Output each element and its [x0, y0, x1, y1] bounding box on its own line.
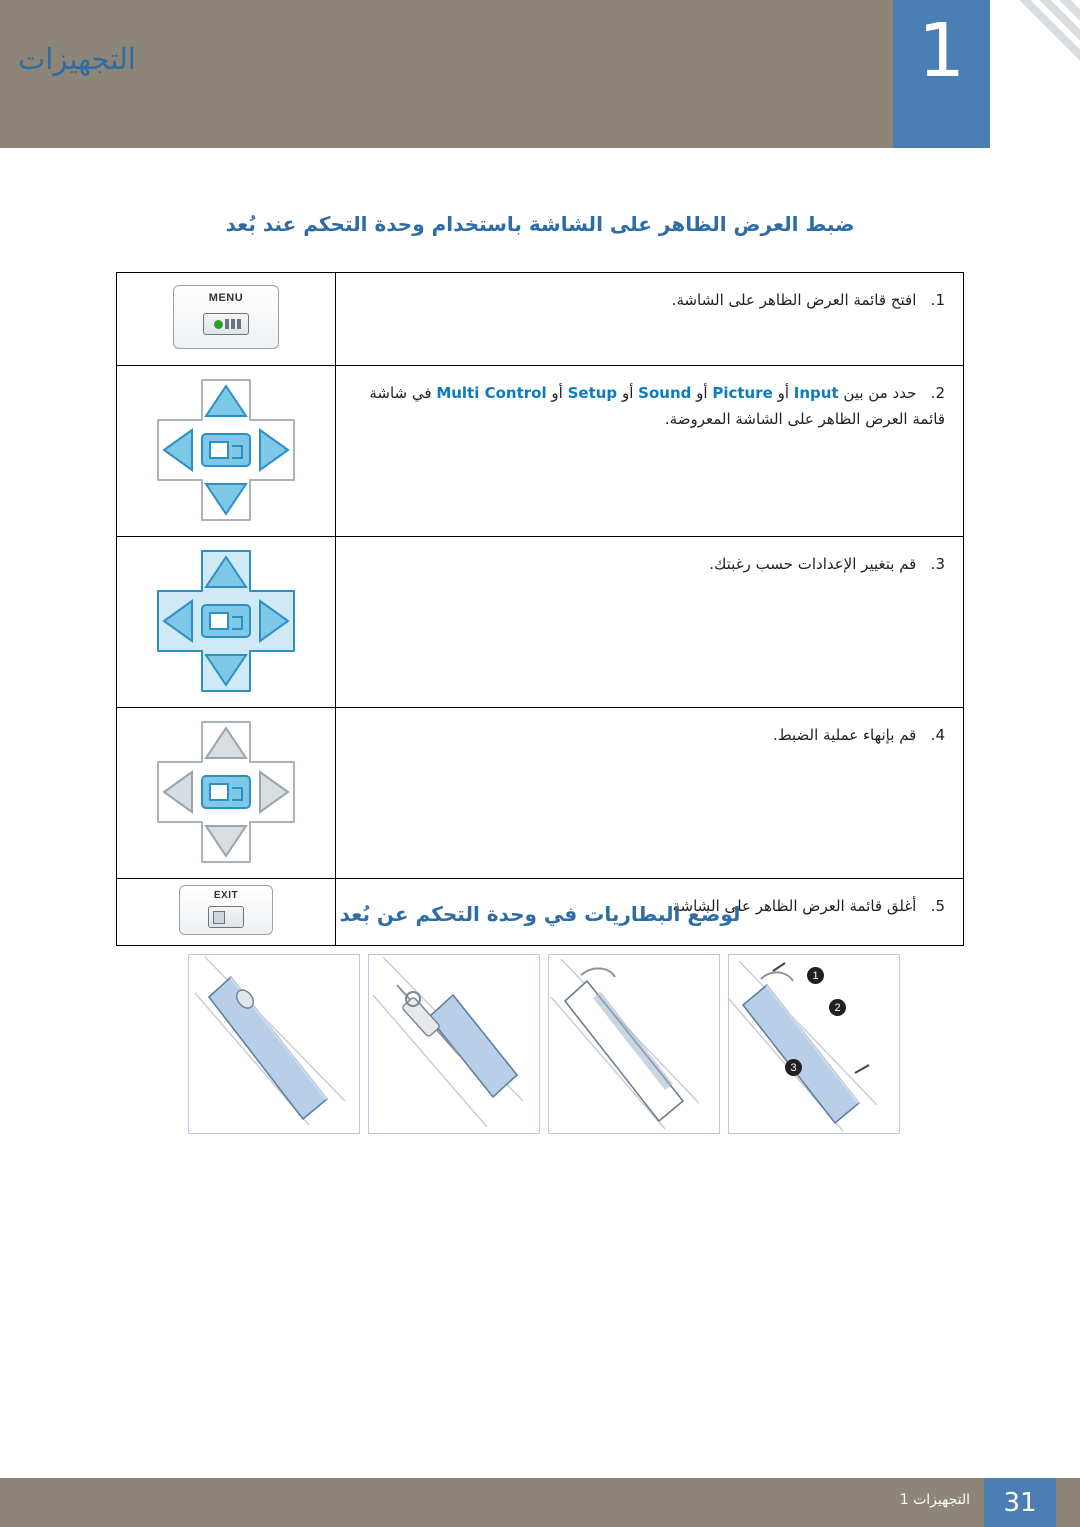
chapter-number-box: 1 — [893, 0, 990, 148]
footer-inner: التجهيزات 1 31 — [0, 1478, 1080, 1527]
battery-step-4-image — [188, 954, 360, 1134]
battery-step-2-image — [548, 954, 720, 1134]
chapter-number: 1 — [917, 8, 966, 94]
or-1: أو — [777, 384, 789, 402]
table-row: 2. حدد من بين Input أو Picture أو Sound … — [116, 365, 964, 537]
step-3-button-cell — [116, 536, 336, 708]
battery-illustration-3 — [372, 956, 524, 1128]
step-3-number: 3. — [930, 555, 945, 573]
battery-illustration-2 — [550, 958, 700, 1130]
section-heading-osd: ضبط العرض الظاهر على الشاشة باستخدام وحد… — [225, 212, 855, 236]
step-1-button-cell: MENU — [116, 272, 336, 366]
table-row: 1. افتح قائمة العرض الظاهر على الشاشة. M… — [116, 272, 964, 366]
step-1-instruction: افتح قائمة العرض الظاهر على الشاشة. — [671, 291, 917, 309]
battery-step-1-image: 1 2 3 — [728, 954, 900, 1134]
menu-item-multi-control: Multi Control — [436, 384, 547, 402]
header-title-text: التجهيزات — [18, 42, 136, 76]
or-3: أو — [621, 384, 634, 402]
step-4-number: 4. — [930, 726, 945, 744]
step-2-text: 2. حدد من بين Input أو Picture أو Sound … — [336, 366, 963, 447]
battery-step-3-image — [368, 954, 540, 1134]
battery-illustration-4 — [194, 956, 346, 1126]
step-1-text-cell: 1. افتح قائمة العرض الظاهر على الشاشة. — [335, 272, 964, 366]
menu-item-input: Input — [793, 384, 839, 402]
menu-button-pad-icon — [203, 313, 249, 335]
or-2: أو — [696, 384, 708, 402]
section-heading-batteries: لوضع البطاريات في وحدة التحكم عن بُعد — [339, 902, 741, 926]
step-4-button-cell — [116, 707, 336, 879]
step-4-instruction: قم بإنهاء عملية الضبط. — [773, 726, 917, 744]
step-2-text-cell: 2. حدد من بين Input أو Picture أو Sound … — [335, 365, 964, 537]
badge-3: 3 — [785, 1059, 802, 1076]
badge-1: 1 — [807, 967, 824, 984]
dpad-svg-step2 — [157, 379, 295, 521]
battery-illustrations-row: 1 2 3 — [188, 954, 900, 1134]
step-3-instruction: قم بتغيير الإعدادات حسب رغبتك. — [709, 555, 917, 573]
step-2-number: 2. — [930, 384, 945, 402]
osd-steps-table: 1. افتح قائمة العرض الظاهر على الشاشة. M… — [116, 272, 964, 946]
page-header-band: التجهيزات 1 — [0, 0, 1080, 148]
dpad-graphic-step4[interactable] — [142, 718, 310, 868]
page-content: ضبط العرض الظاهر على الشاشة باستخدام وحد… — [0, 148, 1080, 1478]
header-title: التجهيزات — [0, 0, 880, 148]
step-2-select-from: حدد من بين — [843, 384, 917, 402]
step-4-text-cell: 4. قم بإنهاء عملية الضبط. — [335, 707, 964, 879]
dpad-svg-step4 — [157, 721, 295, 863]
step-1-text: 1. افتح قائمة العرض الظاهر على الشاشة. — [336, 273, 963, 327]
step-1-number: 1. — [930, 291, 945, 309]
footer-page-number: 31 — [984, 1478, 1056, 1527]
footer-chapter-text: التجهيزات 1 — [899, 1492, 970, 1508]
dpad-graphic-step2[interactable] — [142, 376, 310, 526]
table-row: 4. قم بإنهاء عملية الضبط. — [116, 707, 964, 879]
dpad-svg-step3 — [157, 550, 295, 692]
menu-item-picture: Picture — [712, 384, 773, 402]
exit-button-label: EXIT — [213, 890, 239, 901]
or-4: أو — [551, 384, 563, 402]
table-row: 3. قم بتغيير الإعدادات حسب رغبتك. — [116, 536, 964, 708]
page-footer: التجهيزات 1 31 — [0, 1478, 1080, 1527]
menu-button-label: MENU — [208, 292, 244, 304]
step-4-text: 4. قم بإنهاء عملية الضبط. — [336, 708, 963, 762]
step-3-text-cell: 3. قم بتغيير الإعدادات حسب رغبتك. — [335, 536, 964, 708]
menu-item-sound: Sound — [638, 384, 692, 402]
step-3-text: 3. قم بتغيير الإعدادات حسب رغبتك. — [336, 537, 963, 591]
menu-item-setup: Setup — [567, 384, 618, 402]
badge-2: 2 — [829, 999, 846, 1016]
dpad-graphic-step3[interactable] — [142, 547, 310, 697]
menu-button-graphic[interactable]: MENU — [173, 285, 279, 349]
step-2-button-cell — [116, 365, 336, 537]
